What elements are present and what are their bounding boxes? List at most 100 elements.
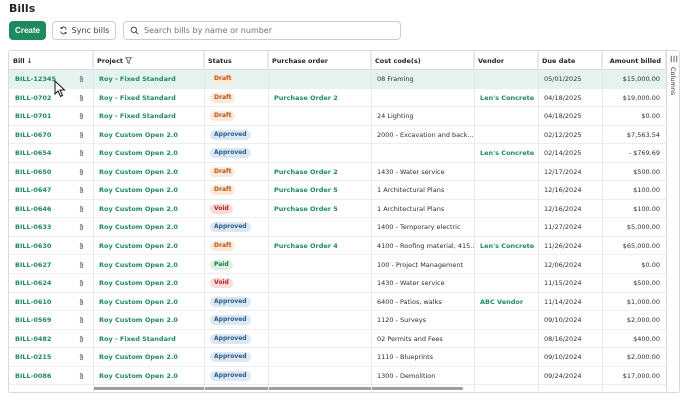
vendor-name-cell[interactable]: [474, 107, 538, 125]
vendor-name-cell[interactable]: Len's Concrete: [474, 89, 538, 107]
project-name[interactable]: Roy - Fixed Standard: [99, 94, 176, 102]
table-row[interactable]: BILL-12345 Roy - Fixed Standard Draft 08 Fr…: [9, 70, 666, 89]
table-row[interactable]: BILL-0654 Roy Custom Open 2.0 Approved Len'…: [9, 144, 666, 163]
purchase-order-cell[interactable]: [268, 107, 371, 125]
project-name[interactable]: Roy Custom Open 2.0: [99, 242, 178, 250]
vendor-name-cell[interactable]: Len's Concrete: [474, 237, 538, 255]
paperclip-icon[interactable]: [78, 261, 85, 269]
purchase-order-cell[interactable]: [268, 256, 371, 274]
project-name[interactable]: Roy Custom Open 2.0: [99, 149, 178, 157]
paperclip-icon[interactable]: [78, 168, 85, 176]
project-name-cell[interactable]: Roy Custom Open 2.0: [93, 367, 204, 385]
table-row[interactable]: BILL-0650 Roy Custom Open 2.0 Draft Purchas…: [9, 163, 666, 182]
project-name-cell[interactable]: Roy Custom Open 2.0: [93, 126, 204, 144]
paperclip-icon[interactable]: [78, 316, 85, 324]
purchase-order[interactable]: Purchase Order 4: [274, 242, 338, 250]
vendor-name-cell[interactable]: ABC Vendor: [474, 293, 538, 311]
search-input[interactable]: [144, 26, 394, 35]
paperclip-icon[interactable]: [78, 372, 85, 380]
column-header-purchase-order[interactable]: Purchase order: [268, 51, 371, 70]
purchase-order-cell[interactable]: [268, 218, 371, 236]
project-name-cell[interactable]: Roy Custom Open 2.0: [93, 274, 204, 292]
bill-number[interactable]: BILL-0670: [15, 131, 51, 139]
bill-number[interactable]: BILL-0646: [15, 205, 51, 213]
column-header-cost-codes[interactable]: Cost code(s): [371, 51, 474, 70]
paperclip-icon[interactable]: [78, 75, 85, 83]
project-name[interactable]: Roy Custom Open 2.0: [99, 131, 178, 139]
purchase-order-cell[interactable]: [268, 70, 371, 88]
paperclip-icon[interactable]: [78, 131, 85, 139]
bill-number[interactable]: BILL-0654: [15, 149, 51, 157]
bill-number[interactable]: BILL-0630: [15, 242, 51, 250]
table-row[interactable]: BILL-0610 Roy Custom Open 2.0 Approved 6400…: [9, 293, 666, 312]
paperclip-icon[interactable]: [78, 335, 85, 343]
purchase-order[interactable]: Purchase Order 2: [274, 168, 338, 176]
paperclip-icon[interactable]: [78, 112, 85, 120]
vendor-name-cell[interactable]: [474, 70, 538, 88]
vendor-name-cell[interactable]: [474, 181, 538, 199]
bill-number[interactable]: BILL-12345: [15, 75, 56, 83]
bill-number[interactable]: BILL-0702: [15, 94, 51, 102]
project-name-cell[interactable]: Roy Custom Open 2.0: [93, 163, 204, 181]
bill-number[interactable]: BILL-0627: [15, 261, 51, 269]
purchase-order-cell[interactable]: Purchase Order 4: [268, 237, 371, 255]
vendor-name-cell[interactable]: [474, 311, 538, 329]
paperclip-icon[interactable]: [78, 149, 85, 157]
project-name[interactable]: Roy Custom Open 2.0: [99, 353, 178, 361]
purchase-order-cell[interactable]: [268, 311, 371, 329]
project-name-cell[interactable]: Roy - Fixed Standard: [93, 70, 204, 88]
vendor-name[interactable]: Len's Concrete: [480, 149, 534, 157]
project-name[interactable]: Roy Custom Open 2.0: [99, 205, 178, 213]
project-name[interactable]: Roy Custom Open 2.0: [99, 316, 178, 324]
project-name[interactable]: Roy Custom Open 2.0: [99, 372, 178, 380]
project-name-cell[interactable]: Roy - Fixed Standard: [93, 107, 204, 125]
create-button[interactable]: Create: [9, 21, 46, 40]
vendor-name-cell[interactable]: [474, 256, 538, 274]
purchase-order-cell[interactable]: [268, 293, 371, 311]
column-header-due-date[interactable]: Due date: [538, 51, 602, 70]
vendor-name[interactable]: ABC Vendor: [480, 298, 523, 306]
project-name[interactable]: Roy Custom Open 2.0: [99, 279, 178, 287]
purchase-order-cell[interactable]: Purchase Order 2: [268, 163, 371, 181]
project-name-cell[interactable]: Roy Custom Open 2.0: [93, 311, 204, 329]
table-row[interactable]: BILL-0701 Roy - Fixed Standard Draft 24 Lig…: [9, 107, 666, 126]
table-row[interactable]: BILL-0482 Roy - Fixed Standard Approved 02 …: [9, 330, 666, 349]
project-name[interactable]: Roy Custom Open 2.0: [99, 168, 178, 176]
bill-number[interactable]: BILL-0086: [15, 372, 51, 380]
vendor-name-cell[interactable]: Len's Concrete: [474, 144, 538, 162]
vendor-name-cell[interactable]: [474, 348, 538, 366]
table-row[interactable]: BILL-0646 Roy Custom Open 2.0 Void Purchase…: [9, 200, 666, 219]
column-header-status[interactable]: Status: [204, 51, 268, 70]
project-name-cell[interactable]: Roy Custom Open 2.0: [93, 181, 204, 199]
vendor-name-cell[interactable]: [474, 163, 538, 181]
project-name-cell[interactable]: Roy Custom Open 2.0: [93, 237, 204, 255]
project-name-cell[interactable]: Roy Custom Open 2.0: [93, 256, 204, 274]
bill-number[interactable]: BILL-0650: [15, 168, 51, 176]
project-name-cell[interactable]: Roy Custom Open 2.0: [93, 144, 204, 162]
bill-number[interactable]: BILL-0482: [15, 335, 51, 343]
bill-number[interactable]: BILL-0610: [15, 298, 51, 306]
purchase-order-cell[interactable]: Purchase Order 5: [268, 181, 371, 199]
bill-number[interactable]: BILL-0215: [15, 353, 51, 361]
bill-number[interactable]: BILL-0633: [15, 223, 51, 231]
column-header-project[interactable]: Project: [93, 51, 204, 70]
purchase-order-cell[interactable]: [268, 126, 371, 144]
table-row[interactable]: BILL-0630 Roy Custom Open 2.0 Draft Purchas…: [9, 237, 666, 256]
project-name[interactable]: Roy Custom Open 2.0: [99, 261, 178, 269]
search-box[interactable]: [123, 21, 401, 40]
paperclip-icon[interactable]: [78, 223, 85, 231]
vendor-name-cell[interactable]: [474, 274, 538, 292]
horizontal-scrollbar[interactable]: [93, 387, 463, 390]
bill-number[interactable]: BILL-0647: [15, 186, 51, 194]
purchase-order[interactable]: Purchase Order 5: [274, 186, 338, 194]
table-row[interactable]: BILL-0086 Roy Custom Open 2.0 Approved 1300…: [9, 367, 666, 386]
vendor-name[interactable]: Len's Concrete: [480, 94, 534, 102]
project-name[interactable]: Roy Custom Open 2.0: [99, 223, 178, 231]
table-row[interactable]: BILL-0215 Roy Custom Open 2.0 Approved 1110…: [9, 348, 666, 367]
vendor-name-cell[interactable]: [474, 218, 538, 236]
columns-side-panel[interactable]: Columns: [666, 51, 679, 392]
sync-bills-button[interactable]: Sync bills: [52, 21, 116, 40]
paperclip-icon[interactable]: [78, 186, 85, 194]
table-row[interactable]: BILL-0624 Roy Custom Open 2.0 Void 1430 - W…: [9, 274, 666, 293]
project-name[interactable]: Roy Custom Open 2.0: [99, 298, 178, 306]
